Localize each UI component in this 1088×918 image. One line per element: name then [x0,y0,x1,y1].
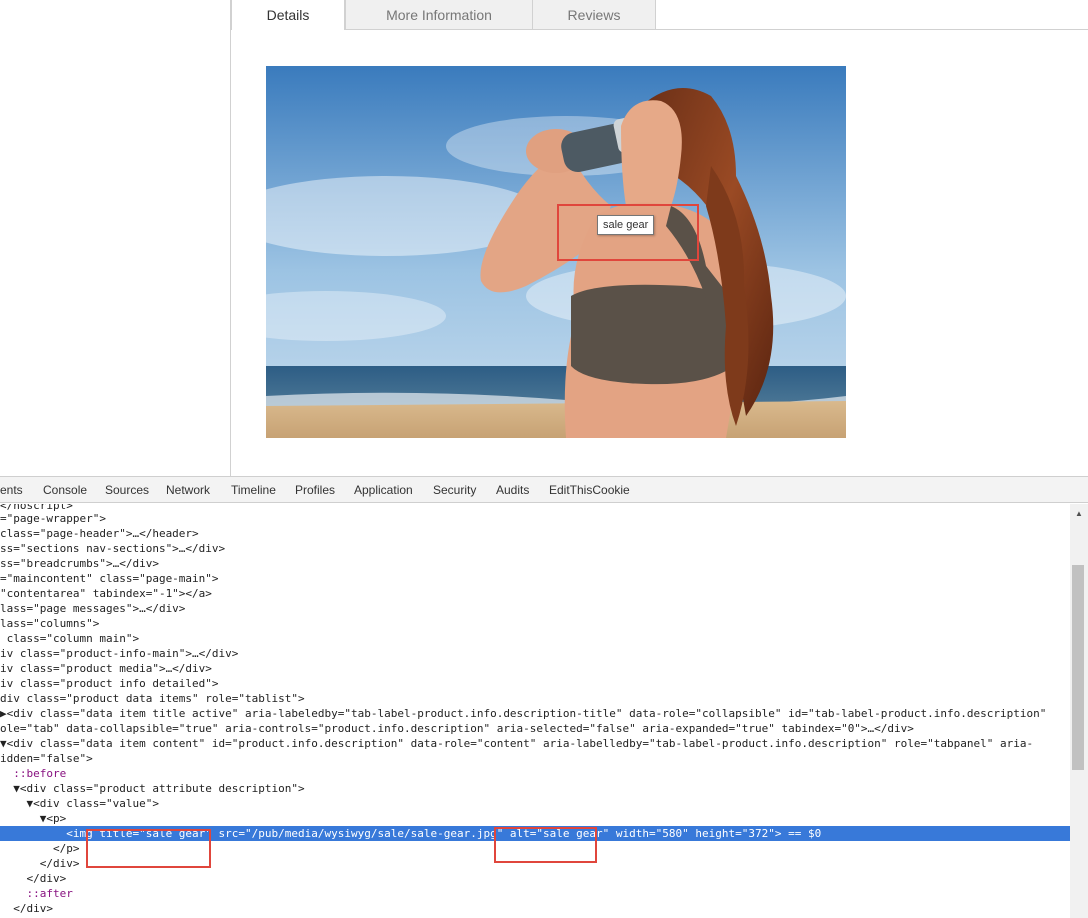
alt-attr-highlight-box [494,827,597,863]
devtools-tab-application[interactable]: Application [354,477,413,503]
dom-line[interactable]: class="page-header">…</header> [0,526,1070,541]
devtools-tab-security[interactable]: Security [433,477,476,503]
devtools-tab-profiles[interactable]: Profiles [295,477,335,503]
dom-line[interactable]: ss="breadcrumbs">…</div> [0,556,1070,571]
devtools-tabbar: ents Console Sources Network Timeline Pr… [0,477,1088,503]
dom-line[interactable]: ole="tab" data-collapsible="true" aria-c… [0,721,1070,736]
dom-pseudo-before[interactable]: ::before [0,766,1070,781]
dom-line[interactable]: div class="product data items" role="tab… [0,691,1070,706]
column-divider [230,0,231,476]
dom-line[interactable]: class="column main"> [0,631,1070,646]
tab-reviews[interactable]: Reviews [532,0,656,30]
dom-line[interactable]: lass="page messages">…</div> [0,601,1070,616]
dom-line[interactable]: </div> [0,871,1070,886]
devtools-tab-console[interactable]: Console [43,477,87,503]
scroll-up-icon[interactable]: ▲ [1070,507,1088,521]
title-attr-highlight-box [86,829,211,868]
dom-line[interactable]: ="maincontent" class="page-main"> [0,571,1070,586]
devtools-tab-audits[interactable]: Audits [496,477,529,503]
scrollbar-thumb[interactable] [1072,565,1084,770]
dom-line[interactable]: ▼<div class="product attribute descripti… [0,781,1070,796]
devtools-tab-elements[interactable]: ents [0,477,23,503]
tab-details[interactable]: Details [231,0,345,30]
devtools-tab-sources[interactable]: Sources [105,477,149,503]
devtools-tab-editthiscookie[interactable]: EditThisCookie [549,477,630,503]
image-tooltip: sale gear [597,215,655,235]
product-page: Details More Information Reviews sale ge… [0,0,1088,476]
dom-line[interactable]: </div> [0,901,1070,916]
product-image[interactable] [266,66,846,438]
dom-line[interactable]: ▼<div class="data item content" id="prod… [0,736,1070,751]
dom-line[interactable]: ss="sections nav-sections">…</div> [0,541,1070,556]
tab-label: Details [266,7,310,23]
dom-line[interactable]: iv class="product media">…</div> [0,661,1070,676]
dom-line[interactable]: lass="columns"> [0,616,1070,631]
dom-line[interactable]: ▶<div class="data item title active" ari… [0,706,1070,721]
devtools-tab-timeline[interactable]: Timeline [231,477,276,503]
dom-line[interactable]: ="page-wrapper"> [0,511,1070,526]
tabs-divider [655,29,1088,30]
tab-label: More Information [386,6,492,23]
dom-line[interactable]: idden="false"> [0,751,1070,766]
dom-line[interactable]: "contentarea" tabindex="-1"></a> [0,586,1070,601]
tab-more-information[interactable]: More Information [345,0,533,30]
dom-pseudo-after[interactable]: ::after [0,886,1070,901]
tab-label: Reviews [567,6,621,23]
dom-line[interactable]: iv class="product-info-main">…</div> [0,646,1070,661]
dom-line[interactable]: ▼<p> [0,811,1070,826]
dom-line[interactable]: ▼<div class="value"> [0,796,1070,811]
dom-line[interactable]: iv class="product info detailed"> [0,676,1070,691]
devtools-tab-network[interactable]: Network [166,477,210,503]
tooltip-text: sale gear [603,219,649,231]
